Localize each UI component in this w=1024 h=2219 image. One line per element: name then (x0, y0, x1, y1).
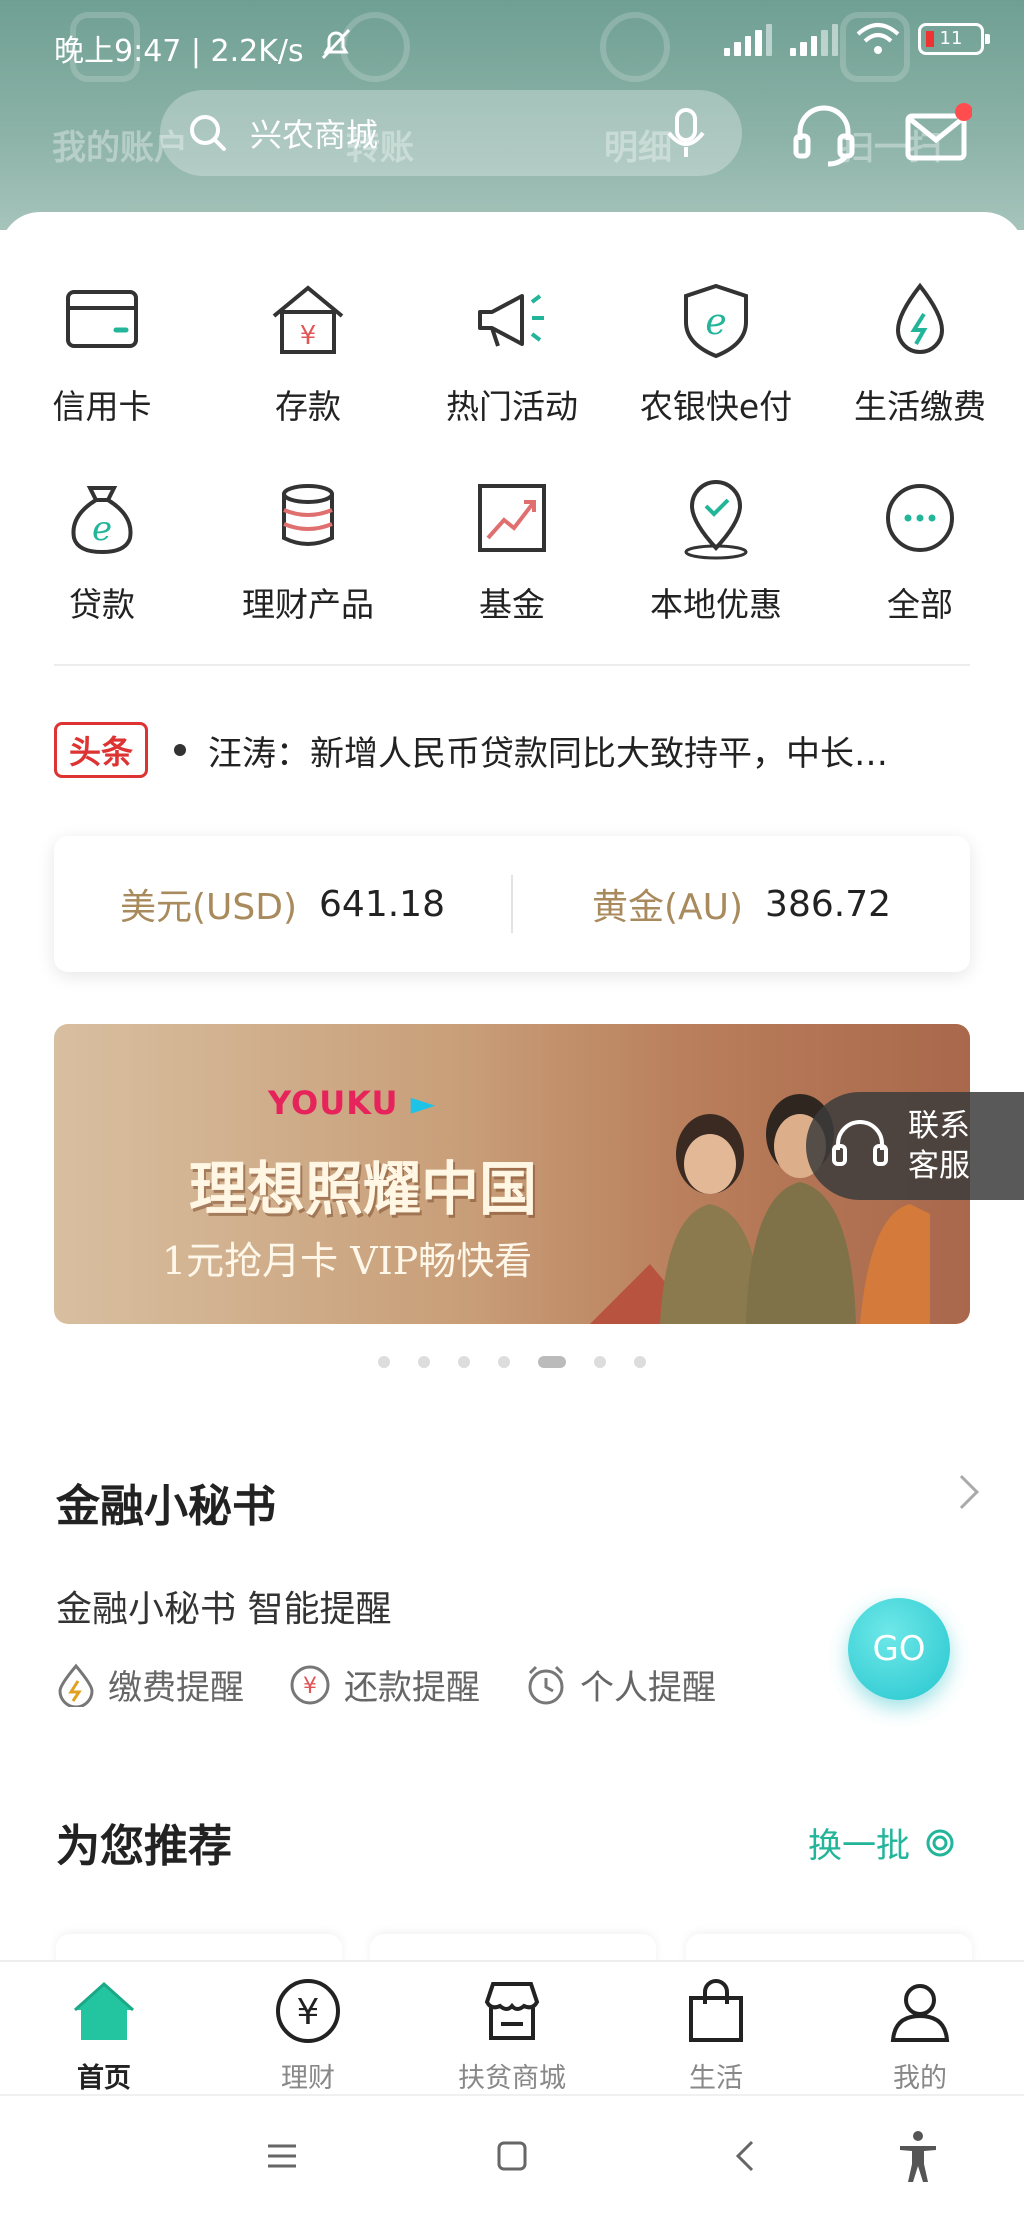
secretary-subtitle: 金融小秘书 智能提醒 (56, 1589, 392, 1630)
back-icon[interactable] (716, 2126, 776, 2186)
tab-wealth[interactable]: ¥ 理财 (218, 1976, 398, 2095)
reminder-payment[interactable]: 缴费提醒 (56, 1660, 244, 1709)
home-square-icon[interactable] (482, 2126, 542, 2186)
system-navigation-bar (0, 2094, 1024, 2219)
message-mail-icon[interactable] (904, 100, 972, 168)
credit-card-icon (66, 290, 138, 348)
lightning-drop-icon (58, 1663, 94, 1707)
microphone-icon[interactable] (664, 107, 708, 159)
search-placeholder: 兴农商城 (250, 116, 379, 154)
store-icon (484, 1982, 540, 2040)
rate-gold-value: 386.72 (765, 883, 892, 925)
svg-text:¥: ¥ (300, 321, 317, 351)
carousel-dot[interactable] (634, 1356, 646, 1368)
tab-mine[interactable]: 我的 (830, 1976, 1010, 2095)
refresh-icon (926, 1829, 954, 1856)
service-e-pay[interactable]: e 农银快e付 (626, 278, 806, 428)
service-all[interactable]: 全部 (830, 476, 1010, 626)
carousel-dot[interactable] (458, 1356, 470, 1368)
exchange-rates: 美元(USD) 641.18 黄金(AU) 386.72 (54, 836, 970, 972)
svg-text:¥: ¥ (303, 1674, 317, 1699)
status-bar: 晚上9:47 | 2.2K/s 11 (0, 0, 1024, 92)
floating-customer-service[interactable]: 联系客服 (806, 1092, 1024, 1200)
service-hot-activity[interactable]: 热门活动 (422, 278, 602, 428)
banner-title: 理想照耀中国 (189, 1155, 538, 1223)
status-time: 晚上9:47 | 2.2K/s (54, 34, 304, 69)
service-local-offers[interactable]: 本地优惠 (626, 476, 806, 626)
yuan-coin-icon: ¥ (290, 1665, 330, 1704)
bottom-tab-bar: 首页 ¥ 理财 扶贫商城 生活 我的 (0, 1960, 1024, 2094)
reminder-repayment[interactable]: ¥ 还款提醒 (288, 1660, 480, 1709)
headline-tag: 头条 (54, 722, 149, 778)
service-fund[interactable]: 基金 (422, 476, 602, 626)
search-bar[interactable]: 兴农商城 (160, 90, 742, 176)
mute-bell-icon (321, 28, 351, 60)
carousel-dot[interactable] (378, 1356, 390, 1368)
youku-logo: YOUKU ► (268, 1084, 437, 1122)
yuan-circle-icon: ¥ (276, 1979, 340, 2043)
carousel-dot[interactable] (418, 1356, 430, 1368)
recommend-title: 为您推荐 (56, 1821, 232, 1872)
service-life-payment[interactable]: 生活缴费 (830, 278, 1010, 428)
reminder-personal[interactable]: 个人提醒 (524, 1660, 716, 1709)
megaphone-icon (478, 294, 544, 347)
alarm-clock-icon (528, 1665, 564, 1704)
signal-icon (724, 22, 773, 56)
service-loan[interactable]: e 贷款 (12, 476, 192, 626)
carousel-dot-active[interactable] (538, 1356, 566, 1368)
carousel-dot[interactable] (498, 1356, 510, 1368)
coin-stack-icon (282, 484, 334, 546)
svg-text:¥: ¥ (297, 1992, 320, 2033)
headset-icon (832, 1120, 888, 1166)
svg-text:e: e (92, 509, 112, 549)
service-deposit[interactable]: ¥ 存款 (218, 278, 398, 428)
more-icon (886, 484, 954, 552)
battery-icon: 11 (918, 23, 990, 55)
rate-gold[interactable]: 黄金(AU) 386.72 (513, 878, 970, 930)
reminder-list: 缴费提醒 ¥ 还款提醒 个人提醒 (56, 1660, 716, 1709)
tab-poverty-mall[interactable]: 扶贫商城 (422, 1976, 602, 2095)
home-icon (73, 1981, 135, 2040)
wifi-icon (856, 23, 900, 54)
tab-home[interactable]: 首页 (14, 1976, 194, 2095)
headline-news[interactable]: 头条 汪涛：新增人民币贷款同比大致持平，中长… (54, 722, 970, 778)
tab-life[interactable]: 生活 (626, 1976, 806, 2095)
menu-icon[interactable] (252, 2126, 312, 2186)
divider (54, 664, 970, 666)
user-icon (890, 1984, 950, 2042)
go-button[interactable]: GO (848, 1598, 950, 1700)
shield-e-icon: e (684, 283, 748, 359)
banner-subtitle: 1元抢月卡 VIP畅快看 (162, 1239, 533, 1283)
search-icon (190, 115, 226, 151)
customer-service-headset-icon[interactable] (790, 100, 858, 168)
rate-usd[interactable]: 美元(USD) 641.18 (54, 878, 511, 930)
water-drop-icon (895, 282, 945, 354)
carousel-dot[interactable] (594, 1356, 606, 1368)
service-credit-card[interactable]: 信用卡 (12, 278, 192, 428)
customer-service-label: 联系客服 (908, 1108, 970, 1184)
signal-icon-2 (790, 22, 839, 56)
trend-chart-icon (478, 484, 546, 552)
headline-text: 汪涛：新增人民币贷款同比大致持平，中长… (208, 733, 889, 774)
deposit-house-icon: ¥ (272, 285, 344, 354)
rate-usd-value: 641.18 (319, 883, 445, 925)
money-bag-icon: e (71, 486, 133, 555)
carousel-indicator (378, 1356, 646, 1368)
svg-text:e: e (705, 302, 726, 343)
location-pin-icon (684, 480, 748, 560)
refresh-batch-button[interactable]: 换一批 (808, 1818, 958, 1867)
service-wealth-products[interactable]: 理财产品 (218, 476, 398, 626)
shopping-bag-icon (689, 1979, 743, 2042)
bullet-dot (174, 744, 187, 756)
accessibility-icon[interactable] (888, 2126, 948, 2186)
secretary-title[interactable]: 金融小秘书 (56, 1470, 276, 1534)
